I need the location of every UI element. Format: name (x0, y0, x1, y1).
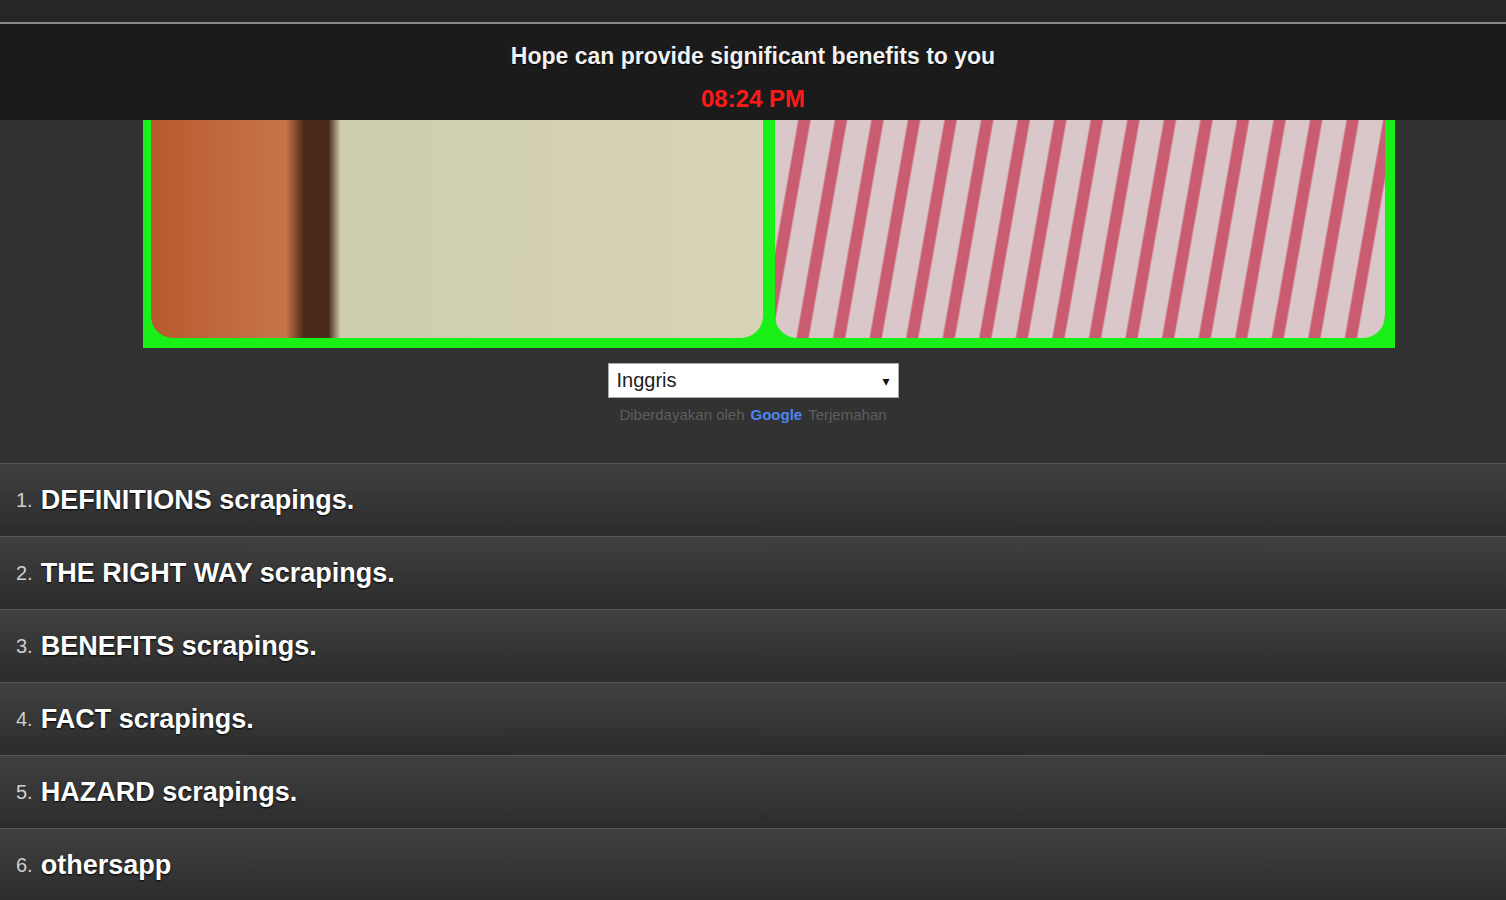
google-logo: Google (751, 406, 803, 423)
menu-item[interactable]: 2. THE RIGHT WAY scrapings. (0, 536, 1506, 609)
item-number: 5. (16, 781, 33, 804)
menu-item[interactable]: 5. HAZARD scrapings. (0, 755, 1506, 828)
item-label[interactable]: HAZARD scrapings. (41, 777, 298, 808)
item-number: 1. (16, 489, 33, 512)
photo-frame (143, 120, 1395, 348)
dropdown-arrow-icon[interactable]: ▾ (882, 373, 889, 389)
item-label[interactable]: BENEFITS scrapings. (41, 631, 317, 662)
menu-list: 1. DEFINITIONS scrapings. 2. THE RIGHT WAY … (0, 463, 1506, 900)
item-label[interactable]: THE RIGHT WAY scrapings. (41, 558, 395, 589)
language-value: Inggris (617, 369, 677, 392)
menu-item[interactable]: 4. FACT scrapings. (0, 682, 1506, 755)
item-number: 4. (16, 708, 33, 731)
item-label[interactable]: DEFINITIONS scrapings. (41, 485, 355, 516)
item-label[interactable]: othersapp (41, 850, 172, 881)
language-select[interactable]: Inggris ▾ (608, 363, 899, 398)
powered-text: Diberdayakan oleh (619, 406, 744, 423)
photo (151, 120, 763, 338)
photo (775, 120, 1385, 338)
translate-link[interactable]: Terjemahan (808, 406, 886, 423)
item-number: 3. (16, 635, 33, 658)
menu-item[interactable]: 3. BENEFITS scrapings. (0, 609, 1506, 682)
item-number: 6. (16, 854, 33, 877)
header: Hope can provide significant benefits to… (0, 24, 1506, 120)
translate-widget: Inggris ▾ Diberdayakan oleh Google Terjemaha… (0, 348, 1506, 463)
powered-by: Diberdayakan oleh Google Terjemahan (619, 406, 886, 423)
item-label[interactable]: FACT scrapings. (41, 704, 254, 735)
item-number: 2. (16, 562, 33, 585)
clock: 08:24 PM (701, 86, 805, 112)
menu-item[interactable]: 6. othersapp (0, 828, 1506, 900)
header-message: Hope can provide significant benefits to… (511, 42, 995, 70)
title-bar (0, 0, 1506, 24)
menu-item[interactable]: 1. DEFINITIONS scrapings. (0, 463, 1506, 536)
